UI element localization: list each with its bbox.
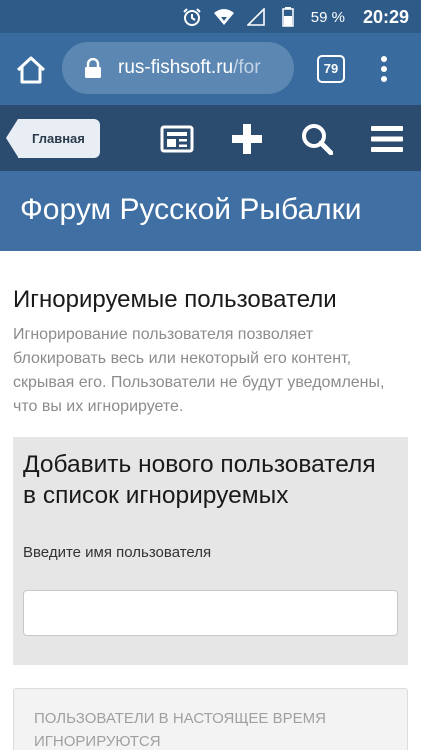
url-path: /for	[233, 57, 261, 78]
main-content: Игнорируемые пользователи Игнорирование …	[0, 251, 421, 750]
alarm-icon	[181, 6, 203, 28]
battery-icon	[277, 6, 299, 28]
add-panel-title: Добавить нового пользователя в список иг…	[23, 451, 376, 509]
username-label: Введите имя пользователя	[23, 544, 212, 561]
status-icons: 59 % 20:29	[181, 5, 409, 29]
url-text: rus-fishsoft.ru/for	[118, 57, 288, 79]
battery-percent: 59 %	[310, 8, 345, 26]
forum-nav-bar: Главная	[0, 105, 421, 171]
ignored-users-panel: ПОЛЬЗОВАТЕЛИ В НАСТОЯЩЕЕ ВРЕМЯ ИГНОРИРУЮ…	[13, 688, 408, 750]
news-feed-icon[interactable]	[160, 122, 194, 156]
more-vertical-icon[interactable]	[376, 53, 392, 85]
ignored-users-heading: ПОЛЬЗОВАТЕЛИ В НАСТОЯЩЕЕ ВРЕМЯ ИГНОРИРУЮ…	[34, 710, 326, 750]
search-icon[interactable]	[300, 122, 334, 156]
page-title: Игнорируемые пользователи	[13, 286, 337, 313]
url-host: rus-fishsoft.ru	[118, 57, 234, 78]
page-description: Игнорирование пользователя позволяет бло…	[13, 326, 385, 415]
home-icon[interactable]	[14, 53, 48, 87]
signal-icon	[245, 6, 267, 28]
breadcrumb-home[interactable]: Главная	[6, 119, 100, 158]
add-ignored-user-panel: Добавить нового пользователя в список иг…	[13, 437, 408, 665]
address-bar[interactable]: rus-fishsoft.ru/for	[62, 42, 294, 94]
forum-header: Форум Русской Рыбалки	[0, 171, 421, 251]
wifi-icon	[213, 6, 235, 28]
lock-icon	[84, 57, 102, 78]
clock: 20:29	[362, 6, 409, 27]
username-input[interactable]	[23, 590, 398, 636]
tab-switcher-button[interactable]: 79	[317, 55, 345, 83]
plus-icon[interactable]	[230, 122, 264, 156]
status-bar: 59 % 20:29	[0, 0, 421, 33]
forum-title[interactable]: Форум Русской Рыбалки	[20, 193, 362, 227]
hamburger-menu-icon[interactable]	[370, 122, 404, 156]
browser-toolbar: rus-fishsoft.ru/for 79	[0, 33, 421, 105]
